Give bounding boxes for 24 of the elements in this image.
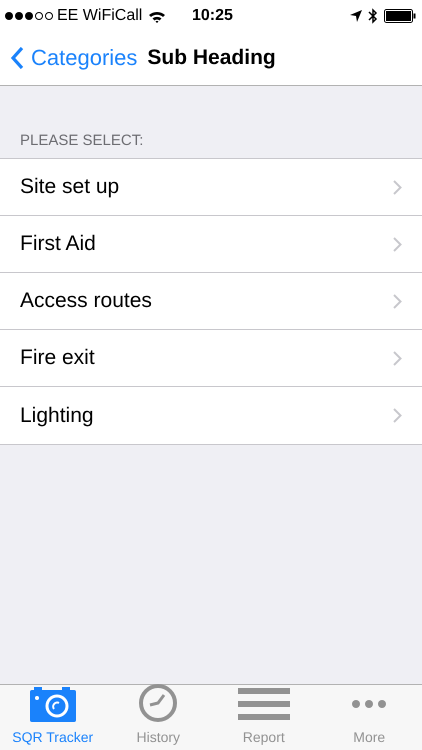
list-item[interactable]: Access routes: [0, 273, 422, 330]
chevron-icon: [393, 350, 402, 366]
signal-icon: [4, 11, 54, 21]
clock-icon: [138, 683, 178, 723]
chevron-icon: [393, 408, 402, 423]
chevron-icon: [393, 294, 402, 308]
list-item[interactable]: Lighting: [0, 387, 422, 444]
section-header: PLEASE SELECT:: [19, 131, 144, 151]
list-item[interactable]: Site set up: [0, 159, 422, 216]
list-item[interactable]: First Aid: [0, 216, 422, 273]
wifi-icon: [148, 10, 166, 22]
chevron-icon: [393, 180, 402, 194]
back-chevron-icon: [10, 46, 24, 70]
bluetooth-icon: [368, 8, 378, 24]
location-arrow-icon: [350, 10, 362, 22]
more-dots-icon: [352, 700, 386, 708]
chevron-icon: [393, 236, 402, 252]
carrier-name: EE WiFiCall: [57, 6, 142, 26]
nav-title: Sub Heading: [147, 44, 276, 71]
back-button[interactable]: Categories: [10, 41, 138, 74]
lines-icon: [238, 688, 290, 720]
list-item[interactable]: Fire exit: [0, 330, 422, 387]
status-time: 10:25: [192, 6, 233, 26]
battery-icon: [384, 9, 416, 23]
